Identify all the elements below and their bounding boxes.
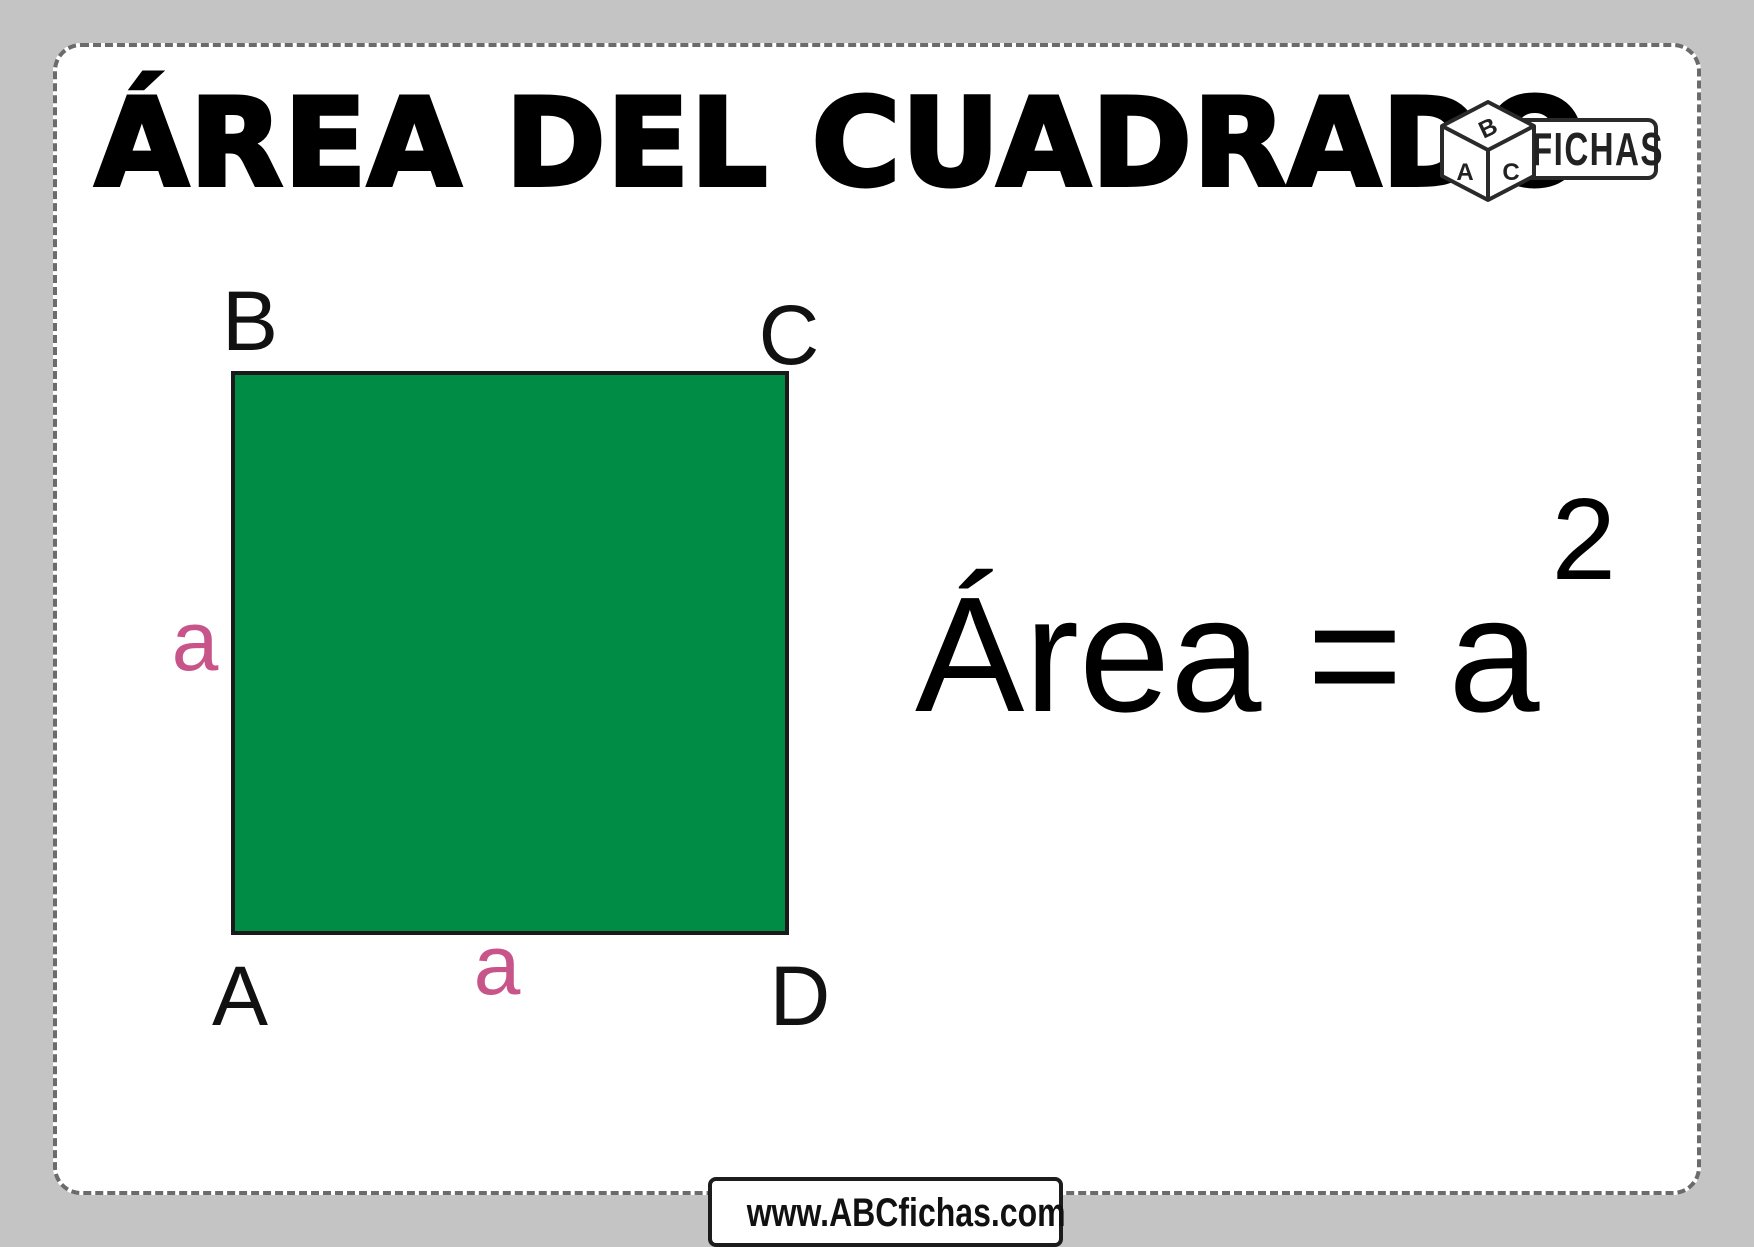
vertex-label-a: A (212, 949, 268, 1043)
website-url: www.ABCfichas.com (746, 1191, 1066, 1235)
website-footer: www.ABCfichas.com (708, 1177, 1066, 1247)
formula-text: Área = a (915, 563, 1540, 746)
area-formula: Área = a2 (915, 474, 1616, 766)
green-square (231, 371, 789, 935)
side-label-bottom: a (474, 918, 521, 1012)
vertex-label-c: C (759, 288, 820, 382)
side-label-left: a (172, 594, 219, 688)
vertex-label-b: B (222, 274, 278, 368)
formula-exponent: 2 (1551, 474, 1617, 604)
vertex-label-d: D (770, 949, 831, 1043)
